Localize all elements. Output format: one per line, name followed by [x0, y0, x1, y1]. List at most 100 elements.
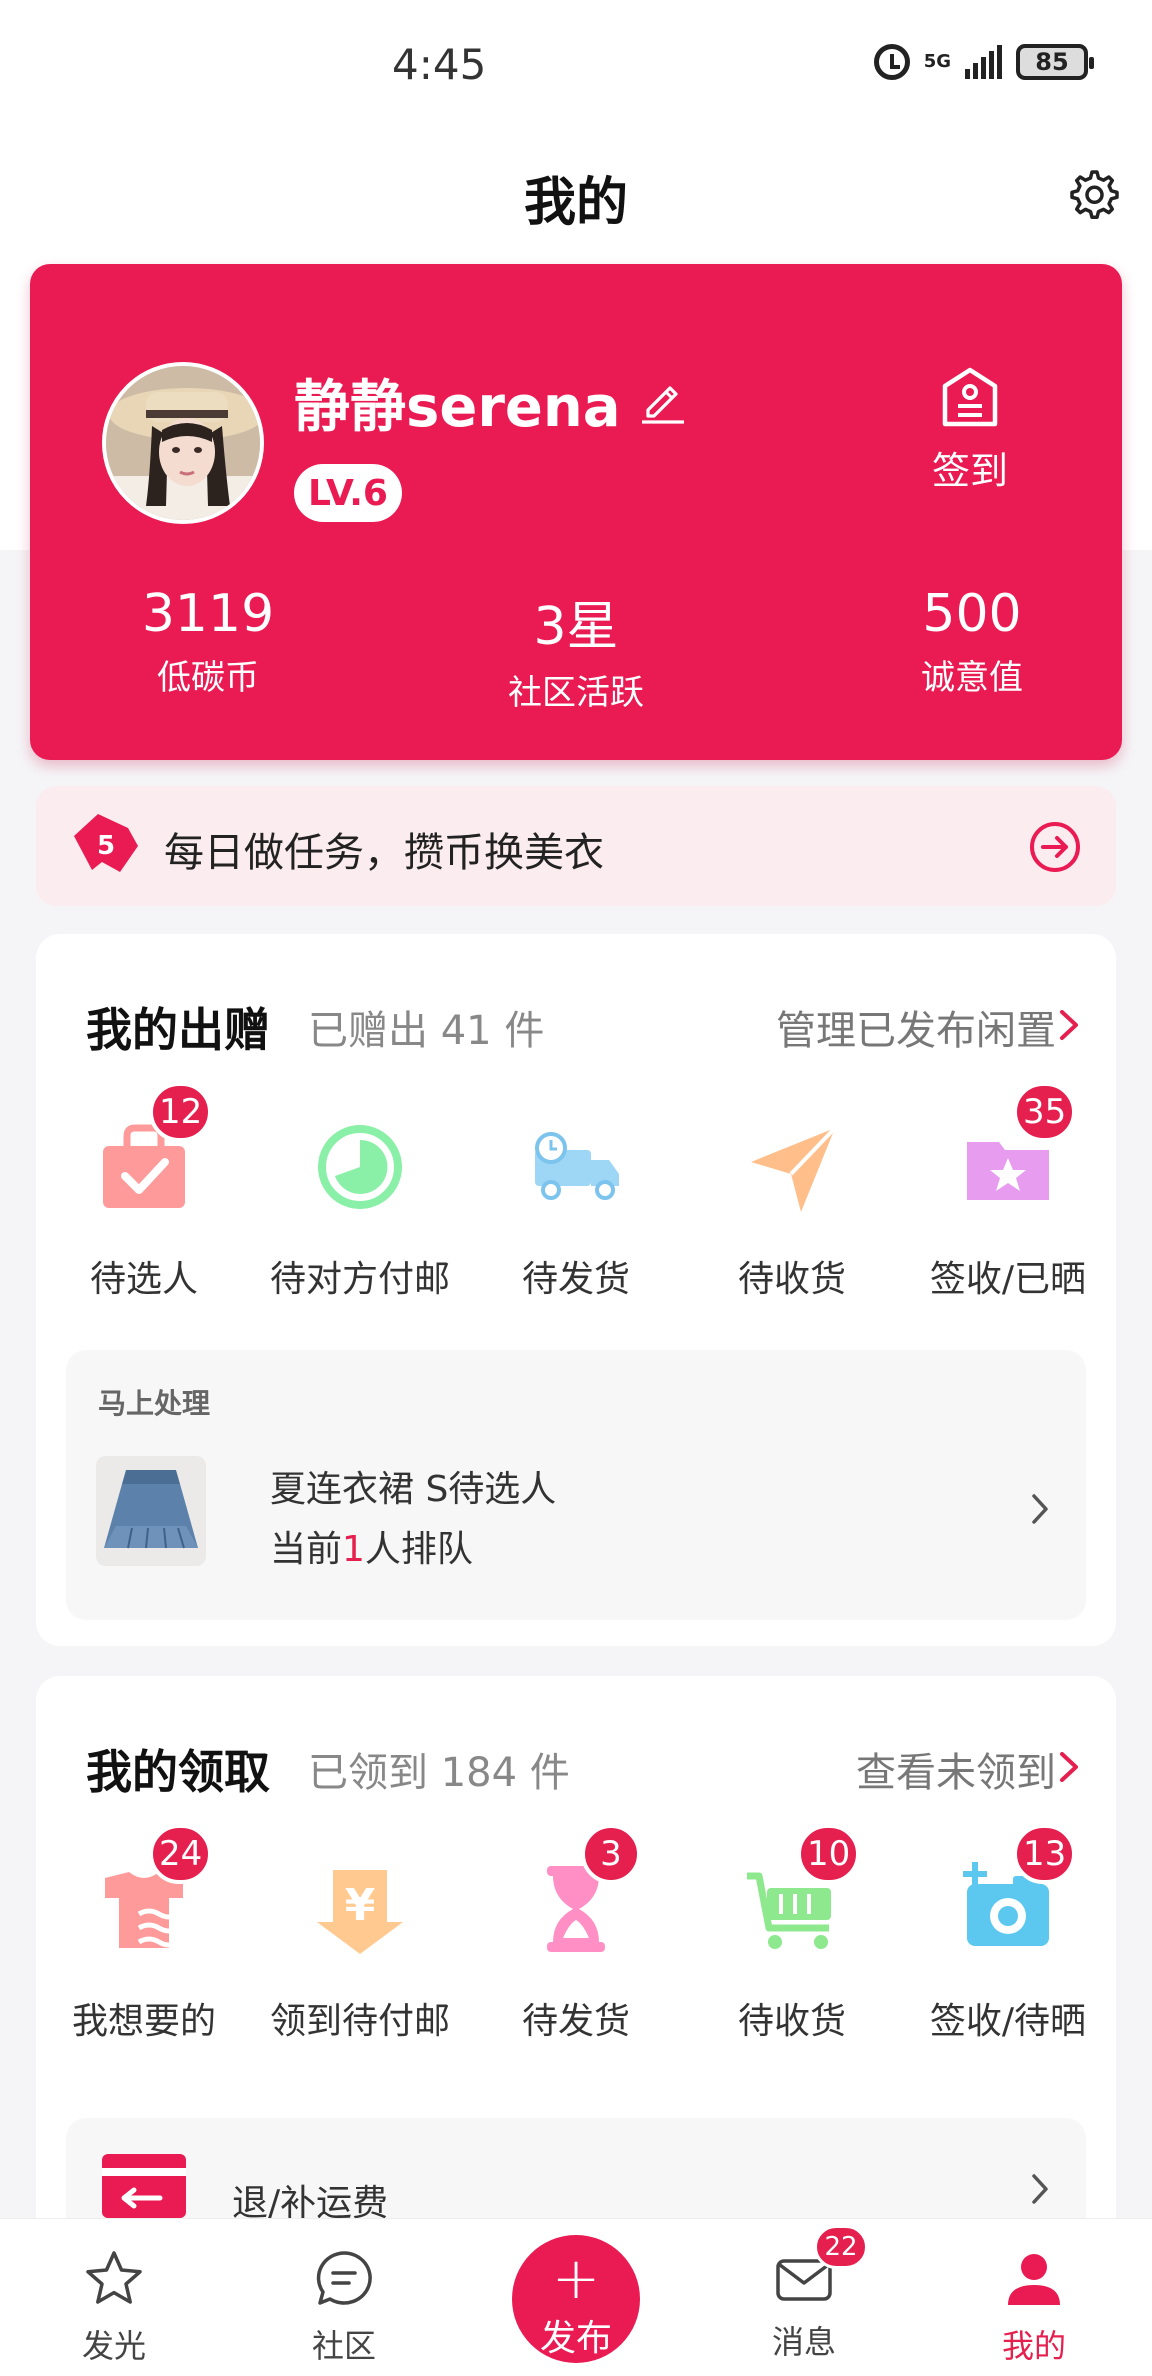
- chevron-right-icon[interactable]: [1052, 1004, 1086, 1046]
- grid-label: 待收货: [737, 2001, 846, 2042]
- stat-community-activity[interactable]: 3星 社区活跃: [426, 584, 726, 714]
- star-icon: [86, 2251, 142, 2304]
- queue-count: 1: [342, 1529, 365, 1570]
- section-title: 我的领取: [86, 1745, 270, 1799]
- process-title: 马上处理: [98, 1387, 211, 1420]
- stat-sincerity[interactable]: 500 诚意值: [822, 584, 1122, 699]
- bottom-nav: 发光 社区 + 发布 22 消息 我的: [0, 2218, 1152, 2376]
- truck-icon: [521, 1112, 631, 1222]
- grid-item-to-ship[interactable]: 3 待发货: [468, 1824, 684, 2044]
- stat-label: 诚意值: [921, 658, 1023, 698]
- arrow-right-circle-icon[interactable]: [1028, 820, 1082, 874]
- grid-item-wishlist[interactable]: 24 我想要的: [36, 1824, 252, 2044]
- checkin-button[interactable]: 签到: [910, 364, 1030, 495]
- grid-label: 签收/待晒: [929, 2001, 1087, 2042]
- envelope-icon: 22: [772, 2225, 868, 2311]
- grid-item-received-shared[interactable]: 35 签收/已晒: [900, 1082, 1116, 1302]
- nav-item-community[interactable]: 社区: [274, 2247, 414, 2367]
- grid-label: 领到待付邮: [269, 2001, 450, 2042]
- chevron-right-icon[interactable]: [1028, 1490, 1052, 1528]
- avatar[interactable]: [102, 362, 264, 524]
- username: 静静serena: [294, 375, 621, 440]
- count-badge: 10: [797, 1824, 861, 1884]
- section-title: 我的出赠: [86, 1003, 270, 1057]
- level-badge: LV.6: [294, 464, 402, 522]
- publish-label: 发布: [539, 2318, 612, 2359]
- chevron-right-icon[interactable]: [1052, 1746, 1086, 1788]
- chat-bubble-icon: [316, 2251, 372, 2305]
- count-badge: 13: [1013, 1824, 1077, 1884]
- queue-status: 当前1人排队: [270, 1520, 473, 1572]
- message-count-badge: 22: [814, 2225, 868, 2269]
- paper-plane-icon: [737, 1112, 847, 1222]
- process-item-name: 夏连衣裙 S待选人: [270, 1469, 557, 1510]
- grid-item-await-postage[interactable]: ¥ 领到待付邮: [252, 1854, 468, 2044]
- yen-icon: ¥: [305, 1854, 415, 1964]
- grid-label: 待选人: [89, 1259, 198, 1300]
- grid-item-to-ship[interactable]: 待发货: [468, 1112, 684, 1302]
- edit-pencil-icon[interactable]: [636, 374, 688, 426]
- stat-value: 500: [922, 584, 1022, 644]
- alarm-icon: [873, 44, 910, 80]
- stat-label: 低碳币: [157, 658, 259, 698]
- section-count: 已赠出 41 件: [308, 1008, 545, 1054]
- stat-value: 3星: [533, 597, 619, 657]
- clock-circle-icon: [305, 1112, 415, 1222]
- status-time: 4:45: [392, 40, 487, 89]
- grid-item-received-to-share[interactable]: 13 签收/待晒: [900, 1824, 1116, 2044]
- grid-label: 待发货: [521, 1259, 630, 1300]
- nav-item-mine[interactable]: 我的: [964, 2247, 1104, 2367]
- count-badge: 12: [149, 1082, 213, 1142]
- grid-item-to-receive[interactable]: 待收货: [684, 1112, 900, 1302]
- queue-suffix: 人排队: [364, 1529, 473, 1570]
- status-icons: 5G 85: [873, 44, 1094, 80]
- nav-item-messages[interactable]: 22 消息: [734, 2225, 874, 2363]
- grid-label: 待发货: [521, 2001, 630, 2042]
- stat-value: 3119: [141, 584, 275, 644]
- my-receiving-section: 我的领取 已领到 184 件 查看未领到 24 我想要的 ¥ 领到待付邮 3 待…: [36, 1676, 1116, 2296]
- plus-icon: +: [551, 2244, 601, 2312]
- shirt-icon: 24: [89, 1824, 213, 1964]
- grid-item-to-receive[interactable]: 10 待收货: [684, 1824, 900, 2044]
- camera-icon: 13: [953, 1824, 1077, 1964]
- user-icon: [1008, 2254, 1060, 2305]
- status-bar: 4:45 5G 85: [0, 0, 1152, 130]
- coin-tag-icon: 5: [74, 814, 138, 872]
- nav-item-shine[interactable]: 发光: [44, 2247, 184, 2367]
- hourglass-icon: 3: [521, 1824, 641, 1964]
- manage-listings-link[interactable]: 管理已发布闲置: [776, 998, 1056, 1056]
- publish-button[interactable]: + 发布: [512, 2235, 640, 2363]
- daily-task-banner[interactable]: 5 每日做任务，攒币换美衣: [36, 786, 1116, 906]
- profile-card: 静静serena LV.6 签到 3119 低碳币 3星 社区活跃 500 诚意…: [30, 264, 1122, 760]
- svg-text:5: 5: [97, 831, 115, 861]
- chevron-right-icon[interactable]: [1028, 2170, 1052, 2208]
- count-badge: 3: [581, 1824, 641, 1884]
- grid-item-await-postage[interactable]: 待对方付邮: [252, 1112, 468, 1302]
- section-count: 已领到 184 件: [308, 1750, 570, 1796]
- nav-label: 社区: [311, 2327, 376, 2365]
- signal-icon: [965, 45, 1002, 79]
- stat-low-carbon-coins[interactable]: 3119 低碳币: [58, 584, 358, 699]
- view-not-received-link[interactable]: 查看未领到: [856, 1740, 1056, 1798]
- grid-label: 签收/已晒: [929, 1259, 1087, 1300]
- grid-label: 我想要的: [71, 2001, 216, 2042]
- count-badge: 24: [149, 1824, 213, 1884]
- grid-label: 待对方付邮: [269, 1259, 450, 1300]
- grid-item-pending-select[interactable]: 12 待选人: [36, 1082, 252, 1302]
- settings-gear-icon[interactable]: [1064, 166, 1120, 222]
- network-type: 5G: [923, 51, 951, 72]
- bag-check-icon: 12: [89, 1082, 213, 1222]
- my-giving-section: 我的出赠 已赠出 41 件 管理已发布闲置 12 待选人 待对方付邮 待发货 待…: [36, 934, 1116, 1646]
- count-badge: 35: [1013, 1082, 1077, 1142]
- stat-label: 社区活跃: [508, 673, 644, 713]
- folder-star-icon: 35: [953, 1082, 1077, 1222]
- checkin-icon: [942, 367, 998, 427]
- task-banner-text: 每日做任务，攒币换美衣: [164, 830, 604, 876]
- nav-label: 消息: [771, 2323, 836, 2361]
- handle-now-card[interactable]: 马上处理 夏连衣裙 S待选人 当前1人排队: [66, 1350, 1086, 1620]
- grid-label: 待收货: [737, 1259, 846, 1300]
- nav-label: 我的: [1001, 2327, 1066, 2365]
- svg-text:¥: ¥: [345, 1880, 376, 1931]
- page-title: 我的: [523, 173, 628, 233]
- nav-label: 发光: [81, 2327, 146, 2365]
